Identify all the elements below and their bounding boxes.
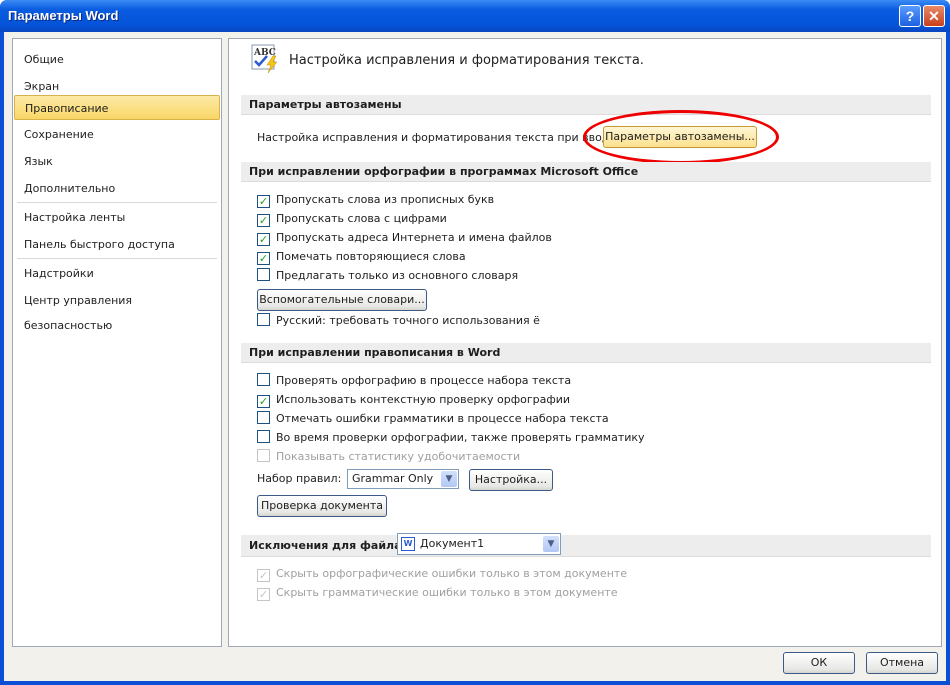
sidebar-item-ribbon[interactable]: Настройка ленты bbox=[14, 205, 220, 230]
checkbox[interactable]: ✓ bbox=[257, 214, 270, 227]
checkbox[interactable] bbox=[257, 373, 270, 386]
content-panel: ABC Настройка исправления и форматирован… bbox=[228, 38, 942, 647]
checkbox-option: ✓ Скрыть грамматические ошибки только в э… bbox=[257, 584, 618, 602]
checkbox-option: Показывать статистику удобочитаемости bbox=[257, 448, 520, 466]
checkbox-label: Отмечать ошибки грамматики в процессе на… bbox=[276, 412, 609, 425]
checkbox[interactable] bbox=[257, 411, 270, 424]
sidebar-item-quick-access[interactable]: Панель быстрого доступа bbox=[14, 232, 220, 257]
sidebar-item-language[interactable]: Язык bbox=[14, 149, 220, 174]
dialog-window: Параметры Word ? ✕ Общие Экран Правописа… bbox=[0, 0, 950, 685]
checkbox[interactable] bbox=[257, 313, 270, 326]
checkbox-option[interactable]: Проверять орфографию в процессе набора т… bbox=[257, 372, 571, 390]
checkbox-label: Проверять орфографию в процессе набора т… bbox=[276, 374, 572, 387]
checkbox-option[interactable]: ✓ Пропускать слова из прописных букв bbox=[257, 191, 494, 209]
checkbox-option[interactable]: Предлагать только из основного словаря bbox=[257, 267, 518, 285]
checkbox[interactable]: ✓ bbox=[257, 395, 270, 408]
checkbox bbox=[257, 449, 270, 462]
ok-button[interactable]: ОК bbox=[783, 652, 855, 674]
autocorrect-label: Настройка исправления и форматирования т… bbox=[257, 131, 620, 144]
exceptions-file-value: Документ1 bbox=[420, 537, 485, 550]
sidebar-item-proofing[interactable]: Правописание bbox=[14, 95, 220, 120]
divider bbox=[17, 202, 217, 203]
help-button[interactable]: ? bbox=[899, 5, 921, 27]
dialog-body: Общие Экран Правописание Сохранение Язык… bbox=[4, 32, 946, 681]
close-button[interactable]: ✕ bbox=[923, 5, 945, 27]
checkbox-label: Скрыть орфографические ошибки только в э… bbox=[276, 567, 628, 580]
checkbox-label: Помечать повторяющиеся слова bbox=[276, 250, 466, 263]
sidebar-item-trust-center[interactable]: Центр управления безопасностью bbox=[14, 288, 220, 332]
title-bar: Параметры Word ? ✕ bbox=[0, 0, 950, 32]
checkbox-option: ✓ Скрыть орфографические ошибки только в … bbox=[257, 565, 627, 583]
red-annotation-oval bbox=[583, 110, 779, 164]
sidebar-item-addins[interactable]: Надстройки bbox=[14, 261, 220, 286]
exceptions-file-select[interactable]: W Документ1 ▼ bbox=[397, 533, 561, 555]
checkbox-label: Русский: требовать точного использования… bbox=[276, 314, 540, 327]
sidebar-item-save[interactable]: Сохранение bbox=[14, 122, 220, 147]
cancel-button[interactable]: Отмена bbox=[866, 652, 938, 674]
checkbox: ✓ bbox=[257, 588, 270, 601]
word-document-icon: W bbox=[401, 537, 415, 551]
checkbox-option[interactable]: Во время проверки орфографии, также пров… bbox=[257, 429, 645, 447]
checkbox[interactable] bbox=[257, 268, 270, 281]
checkbox-label: Использовать контекстную проверку орфогр… bbox=[276, 393, 571, 406]
checkbox-label: Пропускать слова из прописных букв bbox=[276, 193, 495, 206]
checkbox[interactable] bbox=[257, 430, 270, 443]
checkbox-label: Пропускать адреса Интернета и имена файл… bbox=[276, 231, 552, 244]
checkbox-label: Во время проверки орфографии, также пров… bbox=[276, 431, 645, 444]
ruleset-select[interactable]: Grammar Only ▼ bbox=[347, 469, 459, 489]
grammar-settings-button[interactable]: Настройка... bbox=[469, 469, 553, 491]
checkbox[interactable]: ✓ bbox=[257, 233, 270, 246]
checkbox-label: Предлагать только из основного словаря bbox=[276, 269, 519, 282]
sidebar: Общие Экран Правописание Сохранение Язык… bbox=[12, 38, 222, 647]
checkbox[interactable]: ✓ bbox=[257, 252, 270, 265]
section-header-office: При исправлении орфографии в программах … bbox=[241, 162, 931, 182]
sidebar-item-general[interactable]: Общие bbox=[14, 47, 220, 72]
ruleset-value: Grammar Only bbox=[352, 472, 434, 485]
window-title: Параметры Word bbox=[8, 8, 119, 23]
checkbox-russian-yo[interactable]: Русский: требовать точного использования… bbox=[257, 312, 540, 330]
section-header-autocorrect: Параметры автозамены bbox=[241, 95, 931, 115]
ruleset-label: Набор правил: bbox=[257, 472, 342, 485]
checkbox-option[interactable]: ✓ Пропускать слова с цифрами bbox=[257, 210, 447, 228]
custom-dictionaries-button[interactable]: Вспомогательные словари... bbox=[257, 289, 427, 311]
checkbox-label: Пропускать слова с цифрами bbox=[276, 212, 447, 225]
divider bbox=[17, 258, 217, 259]
checkbox-label: Скрыть грамматические ошибки только в эт… bbox=[276, 586, 618, 599]
checkbox-option[interactable]: ✓ Помечать повторяющиеся слова bbox=[257, 248, 466, 266]
checkbox-option[interactable]: ✓ Использовать контекстную проверку орфог… bbox=[257, 391, 570, 409]
recheck-document-button[interactable]: Проверка документа bbox=[257, 495, 387, 517]
sidebar-item-advanced[interactable]: Дополнительно bbox=[14, 176, 220, 201]
page-heading: Настройка исправления и форматирования т… bbox=[289, 53, 644, 68]
checkbox-option[interactable]: ✓ Пропускать адреса Интернета и имена фай… bbox=[257, 229, 552, 247]
chevron-down-icon[interactable]: ▼ bbox=[543, 536, 559, 552]
checkbox[interactable]: ✓ bbox=[257, 195, 270, 208]
checkbox: ✓ bbox=[257, 569, 270, 582]
checkbox-label: Показывать статистику удобочитаемости bbox=[276, 450, 521, 463]
chevron-down-icon[interactable]: ▼ bbox=[441, 471, 457, 487]
section-header-word: При исправлении правописания в Word bbox=[241, 343, 931, 363]
abc-spellcheck-icon: ABC bbox=[251, 44, 281, 74]
checkbox-option[interactable]: Отмечать ошибки грамматики в процессе на… bbox=[257, 410, 609, 428]
section-header-exceptions: Исключения для файла: bbox=[241, 535, 931, 557]
